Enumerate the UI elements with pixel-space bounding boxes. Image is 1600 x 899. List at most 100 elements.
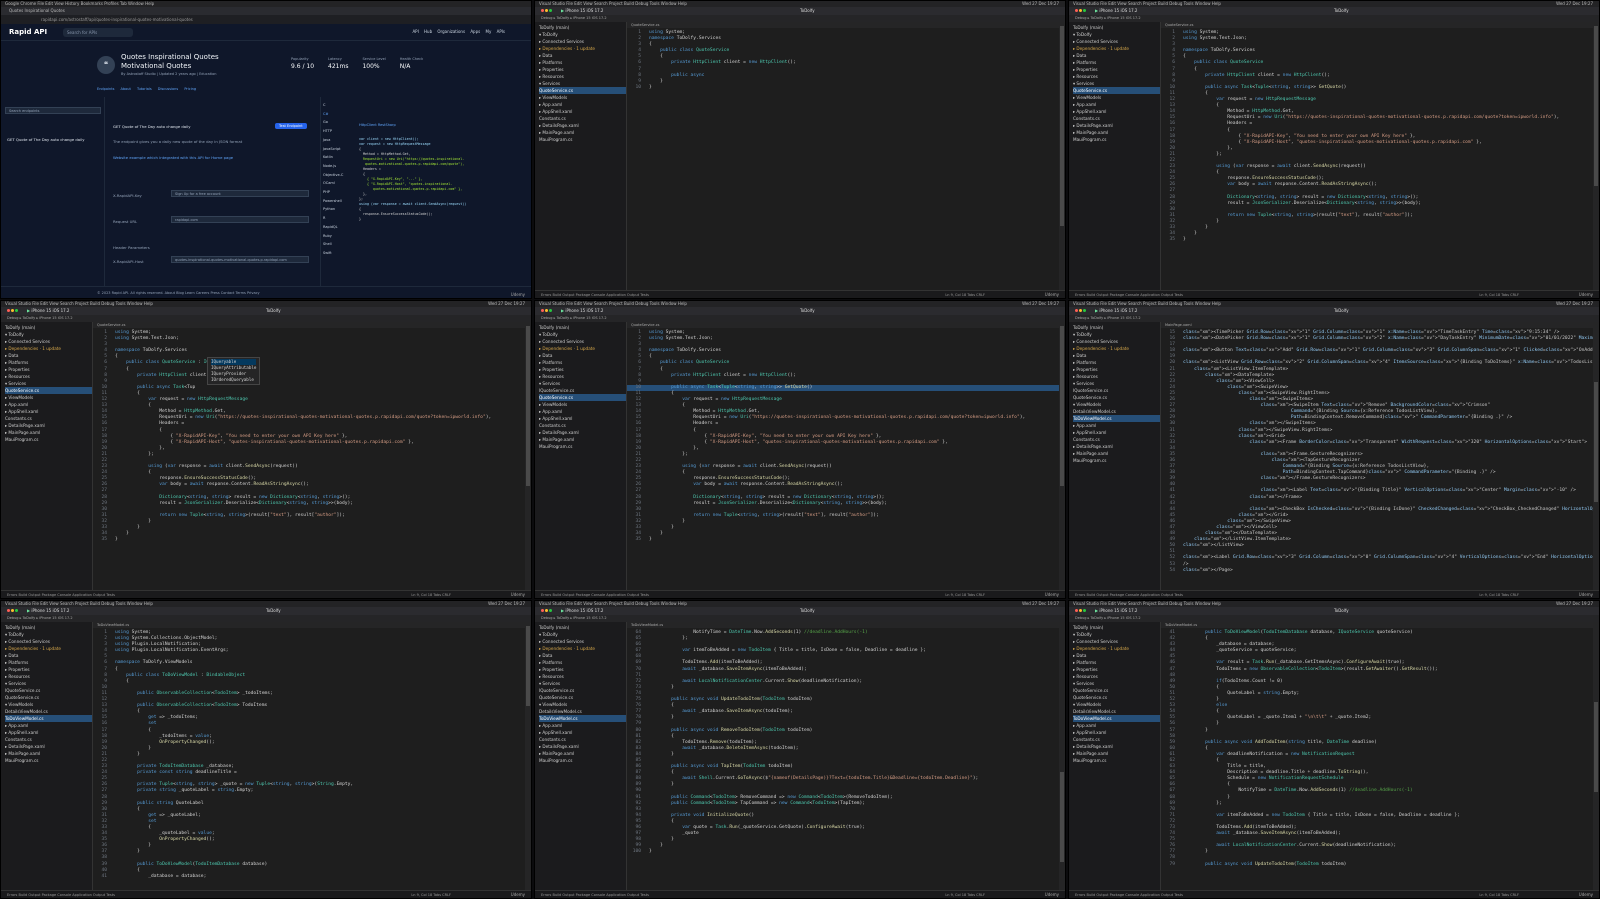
status-panels[interactable]: Errors Build Output Package Console Appl… [1075, 893, 1183, 897]
solution-item[interactable]: ▸ App.xaml [1073, 101, 1160, 108]
minimize-icon[interactable] [1079, 309, 1082, 312]
window-controls[interactable] [1075, 607, 1089, 615]
solution-item[interactable]: ToDolfy (main) [5, 324, 92, 331]
solution-item[interactable]: ▸ AppShell.xaml [1073, 108, 1160, 115]
solution-item[interactable]: ▸ MainPage.xaml [5, 750, 92, 757]
code-line[interactable]: 10} [627, 85, 1059, 91]
solution-item[interactable]: ▸ Platforms [539, 659, 626, 666]
window-controls[interactable] [1075, 307, 1089, 315]
nav-links[interactable]: API Hub Organizations Apps My APIs [412, 29, 505, 34]
solution-item[interactable]: ToDolfy (main) [5, 624, 92, 631]
run-icon[interactable]: ▶ [27, 608, 30, 613]
solution-item[interactable]: ▾ ViewModels [5, 701, 92, 708]
solution-item[interactable]: ▸ DetailsPage.xaml [1073, 122, 1160, 129]
scrollbar-thumb[interactable] [526, 626, 530, 706]
run-icon[interactable]: ▶ [561, 608, 564, 613]
maximize-icon[interactable] [15, 309, 18, 312]
language-item[interactable]: C# [323, 110, 353, 119]
close-icon[interactable] [541, 309, 544, 312]
language-item[interactable]: Go [323, 118, 353, 127]
close-icon[interactable] [1075, 309, 1078, 312]
run-target[interactable]: iPhone 15 iOS 17.2 [1099, 308, 1137, 313]
minimize-icon[interactable] [1079, 609, 1082, 612]
solution-item[interactable]: ▾ ToDolfy [539, 31, 626, 38]
language-item[interactable]: HTTP [323, 127, 353, 136]
language-item[interactable]: RapidQL [323, 223, 353, 232]
solution-item[interactable]: ▾ ToDolfy [5, 631, 92, 638]
solution-item[interactable]: ▸ Data [539, 352, 626, 359]
solution-item[interactable]: ▸ App.xaml [539, 408, 626, 415]
solution-item[interactable]: QuoteService.cs [1073, 394, 1160, 401]
toolbar-text[interactable]: Debug ▸ ToDolfy ▸ iPhone 15 iOS 17.2 [1075, 616, 1141, 620]
maximize-icon[interactable] [1083, 309, 1086, 312]
solution-item[interactable]: ▸ ViewModels [5, 394, 92, 401]
solution-item[interactable]: ▸ Dependencies · 1 update [539, 45, 626, 52]
solution-item[interactable]: ▾ Services [539, 80, 626, 87]
scrollbar[interactable] [525, 322, 531, 590]
maximize-icon[interactable] [15, 609, 18, 612]
solution-item[interactable]: ▾ Services [539, 380, 626, 387]
run-target[interactable]: iPhone 15 iOS 17.2 [31, 608, 69, 613]
solution-item[interactable]: ▸ Properties [539, 66, 626, 73]
solution-item[interactable]: ▸ AppShell.xaml [1073, 429, 1160, 436]
language-item[interactable]: C [323, 101, 353, 110]
status-panels[interactable]: Errors Build Output Package Console Appl… [1075, 593, 1183, 597]
language-item[interactable]: Kotlin [323, 153, 353, 162]
solution-item[interactable]: DetailsViewModel.cs [5, 708, 92, 715]
window-controls[interactable] [7, 607, 21, 615]
solution-item[interactable]: ▸ Dependencies · 1 update [1073, 45, 1160, 52]
solution-item[interactable]: ▸ Connected Services [1073, 38, 1160, 45]
solution-item[interactable]: ▾ ToDolfy [539, 631, 626, 638]
code-editor[interactable]: QuoteService.cs 1 using System; 2 using Syst… [627, 322, 1059, 590]
code-area[interactable]: 41 public ToDoViewModel(TodoItemDatabase… [1161, 628, 1593, 868]
solution-item[interactable]: ▸ Properties [1073, 666, 1160, 673]
solution-item[interactable]: MauiProgram.cs [539, 757, 626, 764]
status-panels[interactable]: Errors Build Output Package Console Appl… [7, 893, 115, 897]
solution-item[interactable]: ToDolfy (main) [1073, 324, 1160, 331]
editor-tab[interactable]: ToDoViewModel.cs [631, 623, 663, 627]
window-controls[interactable] [541, 307, 555, 315]
snippet-tabs[interactable]: HttpClient RestSharp [359, 123, 396, 127]
solution-item[interactable]: ▸ AppShell.xaml [539, 108, 626, 115]
solution-item[interactable]: ▸ Resources [539, 373, 626, 380]
solution-item[interactable]: ▸ Platforms [539, 359, 626, 366]
solution-item[interactable]: ▾ Services [5, 380, 92, 387]
solution-item[interactable]: QuoteService.cs [539, 394, 626, 401]
code-line[interactable]: 35} [627, 537, 1059, 543]
solution-item[interactable]: ▾ ToDolfy [1073, 631, 1160, 638]
solution-item[interactable]: ▸ AppShell.xaml [539, 415, 626, 422]
run-icon[interactable]: ▶ [27, 308, 30, 313]
solution-item[interactable]: ToDolfy (main) [539, 324, 626, 331]
test-endpoint-button[interactable]: Test Endpoint [275, 123, 307, 129]
solution-item[interactable]: ▸ Connected Services [1073, 638, 1160, 645]
solution-item[interactable]: ▸ Connected Services [539, 338, 626, 345]
browser-tab[interactable]: Quotes Inspirational Quotes [9, 8, 65, 13]
editor-tab[interactable]: QuoteService.cs [97, 323, 125, 327]
solution-item[interactable]: ToDoViewModel.cs [1073, 415, 1160, 422]
scrollbar[interactable] [1593, 322, 1599, 590]
scrollbar[interactable] [1593, 22, 1599, 290]
code-line[interactable]: 35} [1161, 237, 1593, 243]
scrollbar-thumb[interactable] [1594, 26, 1598, 186]
editor-tab[interactable]: QuoteService.cs [631, 23, 659, 27]
solution-item[interactable]: ▸ Dependencies · 1 update [539, 645, 626, 652]
solution-item[interactable]: ▸ AppShell.xaml [5, 408, 92, 415]
endpoint-item[interactable]: GET Quote of The Day auto change daily [7, 137, 84, 142]
solution-item[interactable]: IQuoteService.cs [1073, 387, 1160, 394]
solution-item[interactable]: ▸ Data [539, 52, 626, 59]
solution-item[interactable]: ▸ DetailsPage.xaml [539, 122, 626, 129]
language-item[interactable]: Objective-C [323, 171, 353, 180]
rapidapi-logo[interactable]: Rapid API [9, 28, 47, 36]
solution-item[interactable]: DetailsViewModel.cs [1073, 408, 1160, 415]
window-controls[interactable] [541, 607, 555, 615]
close-icon[interactable] [1075, 609, 1078, 612]
solution-item[interactable]: Constants.cs [539, 422, 626, 429]
solution-item[interactable]: Constants.cs [1073, 436, 1160, 443]
code-line[interactable]: 52 class="xm"><Label Grid.Row=class="xv">… [1161, 555, 1593, 561]
close-icon[interactable] [7, 309, 10, 312]
code-line[interactable]: 100} [627, 849, 1059, 855]
solution-item[interactable]: ▾ ToDolfy [5, 331, 92, 338]
solution-item[interactable]: ▸ Dependencies · 1 update [1073, 345, 1160, 352]
solution-item[interactable]: ▾ Services [1073, 380, 1160, 387]
host-field[interactable]: quotes-inspirational-quotes-motivational… [171, 256, 309, 263]
